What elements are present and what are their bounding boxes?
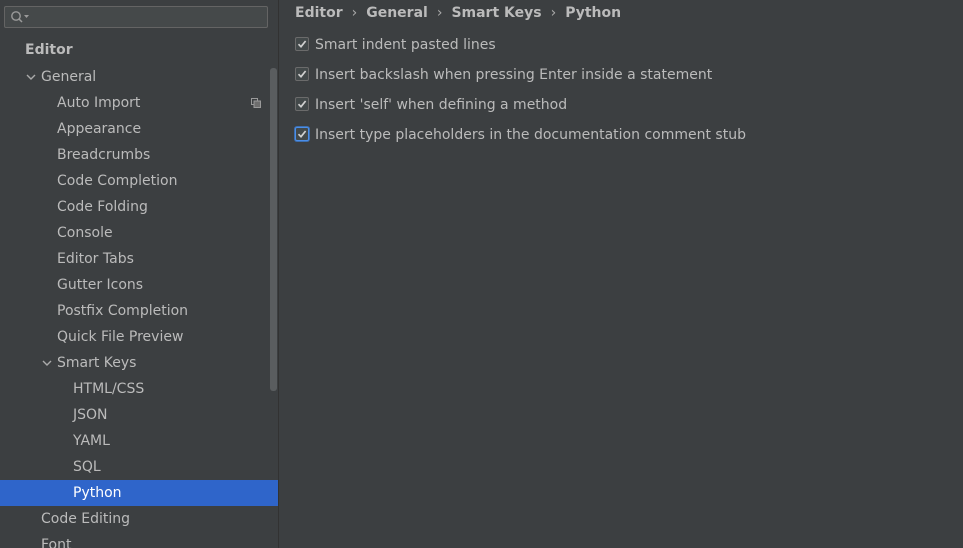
- tree-node-label: General: [41, 69, 97, 85]
- tree-node-label: Python: [73, 485, 122, 501]
- tree-node-label: Breadcrumbs: [57, 147, 151, 163]
- tree-node-sql[interactable]: SQL: [0, 454, 278, 480]
- tree-section-label: Editor: [25, 42, 73, 58]
- tree-node-label: Font: [41, 537, 72, 548]
- settings-search-input[interactable]: [4, 6, 268, 28]
- tree-node-editor-tabs[interactable]: Editor Tabs: [0, 246, 278, 272]
- option-insert-self[interactable]: Insert 'self' when defining a method: [295, 95, 567, 115]
- tree-node-label: Code Folding: [57, 199, 148, 215]
- checkmark-icon: [297, 40, 307, 48]
- tree-node-label: Gutter Icons: [57, 277, 144, 293]
- tree-node-postfix-completion[interactable]: Postfix Completion: [0, 298, 278, 324]
- breadcrumb-item[interactable]: Smart Keys: [451, 5, 541, 21]
- tree-node-label: YAML: [73, 433, 110, 449]
- tree-node-label: JSON: [73, 407, 108, 423]
- tree-node-gutter-icons[interactable]: Gutter Icons: [0, 272, 278, 298]
- option-label: Smart indent pasted lines: [315, 37, 496, 53]
- tree-node-label: Smart Keys: [57, 355, 137, 371]
- tree-section-editor[interactable]: Editor: [0, 36, 278, 64]
- tree-node-appearance[interactable]: Appearance: [0, 116, 278, 142]
- chevron-down-icon[interactable]: [26, 73, 36, 81]
- tree-node-html-css[interactable]: HTML/CSS: [0, 376, 278, 402]
- chevron-down-icon[interactable]: [42, 359, 52, 367]
- tree-node-console[interactable]: Console: [0, 220, 278, 246]
- tree-node-smart-keys[interactable]: Smart Keys: [0, 350, 278, 376]
- checkmark-icon: [297, 100, 307, 108]
- tree-node-label: Console: [57, 225, 113, 241]
- search-icon: [11, 11, 29, 23]
- tree-node-python[interactable]: Python: [0, 480, 278, 506]
- breadcrumb-separator: ›: [351, 5, 358, 21]
- option-insert-type-placeholders[interactable]: Insert type placeholders in the document…: [295, 125, 746, 145]
- tree-node-code-editing[interactable]: Code Editing: [0, 506, 278, 532]
- checkmark-icon: [297, 130, 307, 138]
- tree-node-code-completion[interactable]: Code Completion: [0, 168, 278, 194]
- checkbox[interactable]: [295, 127, 309, 141]
- tree-node-breadcrumbs[interactable]: Breadcrumbs: [0, 142, 278, 168]
- breadcrumb: Editor › General › Smart Keys › Python: [295, 2, 621, 24]
- tree-node-label: Appearance: [57, 121, 142, 137]
- settings-tree: Editor General Auto Import Appearance Br…: [0, 36, 278, 548]
- option-insert-backslash[interactable]: Insert backslash when pressing Enter ins…: [295, 65, 712, 85]
- breadcrumb-item[interactable]: General: [366, 5, 428, 21]
- option-label: Insert 'self' when defining a method: [315, 97, 568, 113]
- tree-node-label: Editor Tabs: [57, 251, 134, 267]
- settings-content: Editor › General › Smart Keys › Python Smart i…: [279, 0, 963, 548]
- tree-node-code-folding[interactable]: Code Folding: [0, 194, 278, 220]
- tree-node-label: Code Editing: [41, 511, 131, 527]
- tree-node-label: HTML/CSS: [73, 381, 145, 397]
- tree-node-label: Auto Import: [57, 95, 141, 111]
- checkbox[interactable]: [295, 37, 309, 51]
- option-label: Insert type placeholders in the document…: [315, 127, 746, 143]
- tree-node-label: Quick File Preview: [57, 329, 184, 345]
- checkbox[interactable]: [295, 97, 309, 111]
- tree-node-json[interactable]: JSON: [0, 402, 278, 428]
- project-scope-icon: [251, 98, 261, 108]
- breadcrumb-separator: ›: [436, 5, 443, 21]
- checkbox[interactable]: [295, 67, 309, 81]
- tree-node-general[interactable]: General: [0, 64, 278, 90]
- settings-sidebar: Editor General Auto Import Appearance Br…: [0, 0, 279, 548]
- tree-node-quick-file-preview[interactable]: Quick File Preview: [0, 324, 278, 350]
- tree-node-yaml[interactable]: YAML: [0, 428, 278, 454]
- tree-node-auto-import[interactable]: Auto Import: [0, 90, 278, 116]
- tree-node-font[interactable]: Font: [0, 532, 278, 548]
- option-smart-indent-pasted-lines[interactable]: Smart indent pasted lines: [295, 35, 496, 55]
- breadcrumb-item: Python: [565, 5, 622, 21]
- breadcrumb-separator: ›: [550, 5, 557, 21]
- tree-node-label: SQL: [73, 459, 101, 475]
- sidebar-scrollbar[interactable]: [270, 68, 277, 391]
- tree-node-label: Code Completion: [57, 173, 178, 189]
- tree-node-label: Postfix Completion: [57, 303, 189, 319]
- option-label: Insert backslash when pressing Enter ins…: [315, 67, 713, 83]
- checkmark-icon: [297, 70, 307, 78]
- breadcrumb-item[interactable]: Editor: [295, 5, 343, 21]
